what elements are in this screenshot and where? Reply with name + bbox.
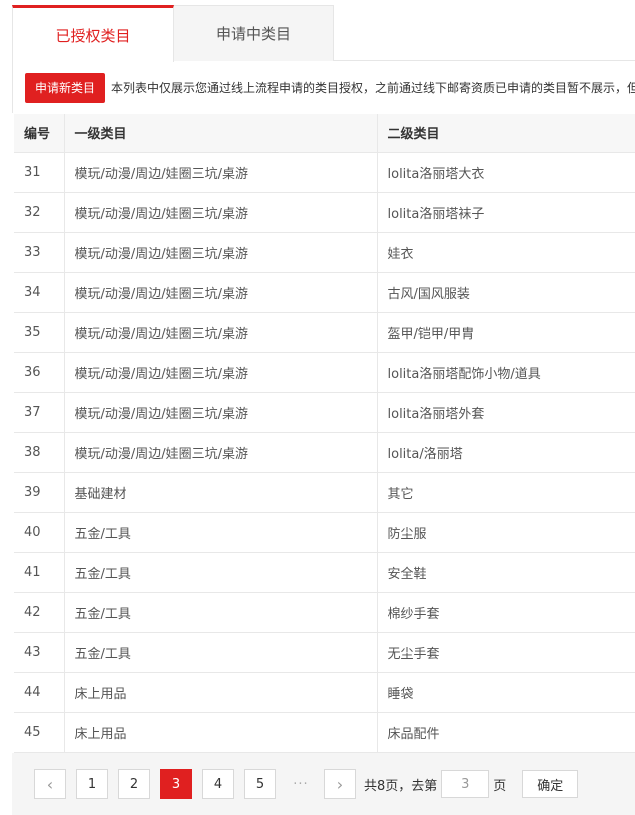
chevron-left-icon: ‹: [46, 774, 54, 794]
table-row: 44 床上用品 睡袋: [14, 672, 635, 713]
cell-level1: 五金/工具: [64, 632, 378, 673]
cell-level1: 模玩/动漫/周边/娃圈三坑/桌游: [64, 152, 378, 193]
cell-no: 39: [14, 472, 65, 513]
cell-level1: 模玩/动漫/周边/娃圈三坑/桌游: [64, 392, 378, 433]
table-row: 34 模玩/动漫/周边/娃圈三坑/桌游 古风/国风服装: [14, 272, 635, 313]
cell-level2: 安全鞋: [377, 552, 635, 593]
cell-level1: 模玩/动漫/周边/娃圈三坑/桌游: [64, 312, 378, 353]
tab-authorized-label: 已授权类目: [55, 26, 131, 45]
cell-level1: 五金/工具: [64, 512, 378, 553]
cell-level2: 睡袋: [377, 672, 635, 713]
cell-level1: 床上用品: [64, 712, 378, 753]
cell-no: 36: [14, 352, 65, 393]
table-row: 32 模玩/动漫/周边/娃圈三坑/桌游 lolita洛丽塔袜子: [14, 192, 635, 233]
cell-level2: 盔甲/铠甲/甲胄: [377, 312, 635, 353]
cell-level2: 其它: [377, 472, 635, 513]
page-button-1[interactable]: 1: [76, 769, 108, 799]
tab-pending-label: 申请中类目: [215, 25, 291, 43]
cell-no: 41: [14, 552, 65, 593]
tab-pending[interactable]: 申请中类目: [174, 5, 334, 61]
tab-bar: 已授权类目 申请中类目: [12, 5, 635, 62]
table-row: 40 五金/工具 防尘服: [14, 512, 635, 553]
cell-level1: 模玩/动漫/周边/娃圈三坑/桌游: [64, 232, 378, 273]
cell-no: 43: [14, 632, 65, 673]
cell-level2: lolita洛丽塔大衣: [377, 152, 635, 193]
table-row: 36 模玩/动漫/周边/娃圈三坑/桌游 lolita洛丽塔配饰小物/道具: [14, 352, 635, 393]
category-auth-page: 已授权类目 申请中类目 申请新类目 本列表中仅展示您通过线上流程申请的类目授权，…: [0, 0, 635, 815]
page-button-5[interactable]: 5: [244, 769, 276, 799]
cell-no: 34: [14, 272, 65, 313]
table-row: 45 床上用品 床品配件: [14, 712, 635, 753]
table-row: 39 基础建材 其它: [14, 472, 635, 513]
header-no: 编号: [14, 114, 65, 153]
table-row: 31 模玩/动漫/周边/娃圈三坑/桌游 lolita洛丽塔大衣: [14, 152, 635, 193]
table-row: 41 五金/工具 安全鞋: [14, 552, 635, 593]
category-table: 编号 一级类目 二级类目 31 模玩/动漫/周边/娃圈三坑/桌游 lolita洛丽塔…: [14, 114, 635, 753]
notice-bar: 申请新类目 本列表中仅展示您通过线上流程申请的类目授权，之前通过线下邮寄资质已申…: [12, 62, 635, 113]
notice-text: 本列表中仅展示您通过线上流程申请的类目授权，之前通过线下邮寄资质已申请的类目暂不…: [111, 81, 635, 95]
cell-level1: 模玩/动漫/周边/娃圈三坑/桌游: [64, 272, 378, 313]
cell-no: 40: [14, 512, 65, 553]
page-suffix-text: 页: [493, 778, 507, 794]
table-row: 42 五金/工具 棉纱手套: [14, 592, 635, 633]
cell-no: 32: [14, 192, 65, 233]
cell-no: 42: [14, 592, 65, 633]
page-button-4[interactable]: 4: [202, 769, 234, 799]
cell-level1: 基础建材: [64, 472, 378, 513]
cell-no: 35: [14, 312, 65, 353]
cell-no: 37: [14, 392, 65, 433]
cell-level1: 模玩/动漫/周边/娃圈三坑/桌游: [64, 192, 378, 233]
cell-level1: 五金/工具: [64, 592, 378, 633]
cell-level2: 防尘服: [377, 512, 635, 553]
cell-level2: 棉纱手套: [377, 592, 635, 633]
cell-level2: 床品配件: [377, 712, 635, 753]
cell-no: 31: [14, 152, 65, 193]
page-button-2[interactable]: 2: [118, 769, 150, 799]
cell-level2: lolita洛丽塔配饰小物/道具: [377, 352, 635, 393]
chevron-right-icon: ›: [336, 774, 344, 794]
total-pages-text: 共8页，去第: [364, 778, 438, 794]
next-page-button[interactable]: ›: [324, 769, 356, 799]
cell-level2: lolita洛丽塔袜子: [377, 192, 635, 233]
page-ellipsis: ···: [293, 776, 309, 792]
cell-no: 33: [14, 232, 65, 273]
cell-no: 44: [14, 672, 65, 713]
cell-level1: 五金/工具: [64, 552, 378, 593]
cell-level1: 模玩/动漫/周边/娃圈三坑/桌游: [64, 432, 378, 473]
header-level2: 二级类目: [377, 114, 635, 153]
table-row: 33 模玩/动漫/周边/娃圈三坑/桌游 娃衣: [14, 232, 635, 273]
prev-page-button[interactable]: ‹: [34, 769, 66, 799]
table-row: 38 模玩/动漫/周边/娃圈三坑/桌游 lolita/洛丽塔: [14, 432, 635, 473]
cell-level1: 模玩/动漫/周边/娃圈三坑/桌游: [64, 352, 378, 393]
cell-level2: 古风/国风服装: [377, 272, 635, 313]
confirm-goto-button[interactable]: 确定: [522, 770, 579, 798]
table-row: 35 模玩/动漫/周边/娃圈三坑/桌游 盔甲/铠甲/甲胄: [14, 312, 635, 353]
cell-no: 38: [14, 432, 65, 473]
table-row: 37 模玩/动漫/周边/娃圈三坑/桌游 lolita洛丽塔外套: [14, 392, 635, 433]
table-row: 43 五金/工具 无尘手套: [14, 632, 635, 673]
table-header-row: 编号 一级类目 二级类目: [14, 114, 635, 153]
apply-new-category-button[interactable]: 申请新类目: [25, 72, 106, 103]
page-button-3[interactable]: 3: [160, 769, 192, 799]
pagination: ‹ 1 2 3 4 5 ··· › 共8页，去第 页 确定: [12, 753, 635, 815]
header-level1: 一级类目: [64, 114, 378, 153]
cell-level1: 床上用品: [64, 672, 378, 713]
cell-level2: 无尘手套: [377, 632, 635, 673]
cell-no: 45: [14, 712, 65, 753]
tab-authorized[interactable]: 已授权类目: [12, 5, 174, 62]
cell-level2: 娃衣: [377, 232, 635, 273]
goto-page-input[interactable]: [441, 770, 490, 798]
cell-level2: lolita洛丽塔外套: [377, 392, 635, 433]
cell-level2: lolita/洛丽塔: [377, 432, 635, 473]
